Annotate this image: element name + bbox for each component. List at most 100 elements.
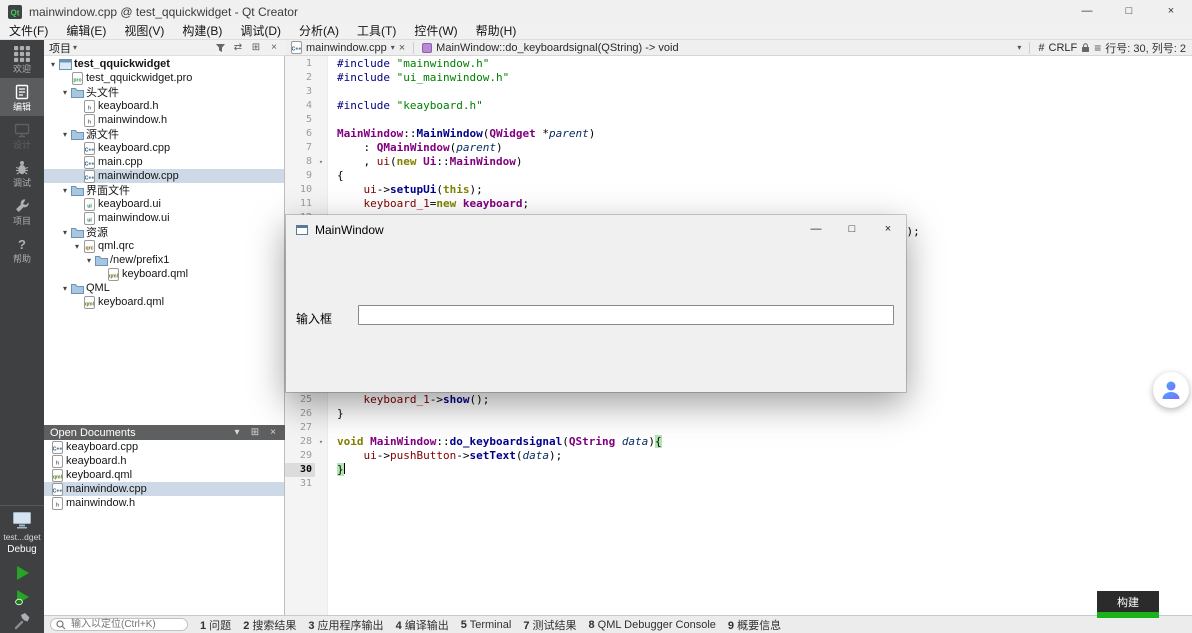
menu-item-build[interactable]: 构建(B)	[173, 23, 231, 39]
close-pane-icon[interactable]: ×	[267, 426, 279, 440]
tree-item-mainwindow-ui[interactable]: ui mainwindow.ui	[44, 211, 284, 225]
open-document-keayboard-h[interactable]: h keayboard.h	[44, 454, 284, 468]
fold-marker-icon[interactable]: ▾	[315, 435, 327, 449]
tree-item-keyboard-qml-res[interactable]: qml keyboard.qml	[44, 267, 284, 281]
document-selector[interactable]: mainwindow.cpp	[306, 42, 387, 54]
split-icon[interactable]: ⊞	[249, 426, 261, 440]
window-minimize-button[interactable]: —	[1066, 0, 1108, 23]
dialog-minimize-button[interactable]: —	[798, 215, 834, 244]
expander-icon[interactable]: ▾	[60, 284, 70, 293]
encoding-hash-icon[interactable]: #	[1038, 42, 1044, 54]
tree-item-label: 源文件	[86, 129, 119, 141]
mode-item-help[interactable]: ? 帮助	[0, 230, 44, 268]
build-progress[interactable]: 构建	[1097, 591, 1159, 618]
menu-item-file[interactable]: 文件(F)	[0, 23, 57, 39]
expander-icon[interactable]: ▾	[60, 186, 70, 195]
output-pane-compile-output[interactable]: 4 编译输出	[396, 617, 449, 633]
open-document-mainwindow-cpp[interactable]: C++ mainwindow.cpp	[44, 482, 284, 496]
tree-item-main-cpp[interactable]: C++ main.cpp	[44, 155, 284, 169]
output-pane-issues[interactable]: 1 问题	[200, 617, 231, 633]
line-ending-selector[interactable]: CRLF	[1049, 42, 1078, 54]
symbol-selector[interactable]: MainWindow::do_keyboardsignal(QString) -…	[436, 42, 678, 54]
open-document-keyboard-qml[interactable]: qml keyboard.qml	[44, 468, 284, 482]
menu-item-edit[interactable]: 编辑(E)	[57, 23, 115, 39]
menu-item-analyze[interactable]: 分析(A)	[290, 23, 348, 39]
build-progress-bar	[1097, 612, 1159, 618]
locator-searchbox[interactable]	[50, 618, 188, 631]
dialog-maximize-button[interactable]: □	[834, 215, 870, 244]
dialog-close-button[interactable]: ×	[870, 215, 906, 244]
output-pane-terminal[interactable]: 5 Terminal	[461, 619, 512, 631]
menu-item-help[interactable]: 帮助(H)	[467, 23, 526, 39]
open-document-mainwindow-h[interactable]: h mainwindow.h	[44, 496, 284, 510]
tree-item-keayboard-h[interactable]: h keayboard.h	[44, 99, 284, 113]
menu-item-widgets[interactable]: 控件(W)	[405, 23, 466, 39]
debug-run-button[interactable]	[0, 585, 44, 609]
expander-icon[interactable]: ▾	[48, 60, 58, 69]
mode-item-welcome[interactable]: 欢迎	[0, 40, 44, 78]
tree-item-mainwindow-h[interactable]: h mainwindow.h	[44, 113, 284, 127]
output-pane-application-output[interactable]: 3 应用程序输出	[308, 617, 383, 633]
projects-pane-title[interactable]: 项目	[49, 40, 71, 56]
tree-item-label: keayboard.h	[98, 100, 159, 112]
tree-item-headers-folder[interactable]: ▾ 头文件	[44, 85, 284, 99]
kit-selector[interactable]: test...dget Debug	[0, 505, 44, 561]
assistant-bubble[interactable]	[1153, 372, 1189, 408]
tree-item-new-prefix1[interactable]: ▾ /new/prefix1	[44, 253, 284, 267]
mode-item-projects[interactable]: 项目	[0, 192, 44, 230]
mode-item-debug[interactable]: 调试	[0, 154, 44, 192]
expander-icon[interactable]: ▾	[72, 242, 82, 251]
pane-menu-icon[interactable]: ▾	[231, 426, 243, 440]
locator-input[interactable]	[69, 618, 183, 631]
output-pane-test-results[interactable]: 7 测试结果	[523, 617, 576, 633]
fold-gutter	[315, 463, 327, 477]
tree-item-qml-qrc[interactable]: ▾ qrc qml.qrc	[44, 239, 284, 253]
build-button[interactable]	[0, 609, 44, 633]
fold-marker-icon[interactable]: ▾	[315, 155, 327, 169]
output-pane-search-results[interactable]: 2 搜索结果	[243, 617, 296, 633]
window-close-button[interactable]: ×	[1150, 0, 1192, 23]
menu-item-debug[interactable]: 调试(D)	[231, 23, 290, 39]
pane-selector-dropdown-icon[interactable]: ▾	[73, 43, 77, 52]
tree-item-mainwindow-cpp[interactable]: C++ mainwindow.cpp	[44, 169, 284, 183]
close-pane-icon[interactable]: ×	[268, 41, 280, 55]
expander-icon[interactable]: ▾	[84, 256, 94, 265]
code-line-2: 2 #include "ui_mainwindow.h"	[285, 71, 1192, 85]
tree-item-project-root[interactable]: ▾ test_qquickwidget	[44, 57, 284, 71]
expander-icon[interactable]: ▾	[60, 88, 70, 97]
symbol-dropdown-icon[interactable]: ▾	[1017, 43, 1021, 52]
tree-item-resources-folder[interactable]: ▾ 资源	[44, 225, 284, 239]
tree-item-keayboard-ui[interactable]: ui keayboard.ui	[44, 197, 284, 211]
window-maximize-button[interactable]: □	[1108, 0, 1150, 23]
dialog-titlebar[interactable]: MainWindow — □ ×	[286, 215, 906, 244]
tree-item-keayboard-cpp[interactable]: C++ keayboard.cpp	[44, 141, 284, 155]
filter-icon[interactable]	[214, 43, 226, 53]
split-icon[interactable]: ⊞	[250, 41, 262, 55]
fold-gutter	[315, 407, 327, 421]
menu-item-tools[interactable]: 工具(T)	[348, 23, 405, 39]
output-pane-qml-debugger-console[interactable]: 8 QML Debugger Console	[589, 619, 716, 631]
toolbar-separator	[1029, 41, 1031, 54]
menu-item-view[interactable]: 视图(V)	[115, 23, 173, 39]
tree-item-keyboard-qml[interactable]: qml keyboard.qml	[44, 295, 284, 309]
tree-item-pro-file[interactable]: pro test_qquickwidget.pro	[44, 71, 284, 85]
expander-icon[interactable]: ▾	[60, 130, 70, 139]
output-pane-summary[interactable]: 9 概要信息	[728, 617, 781, 633]
window-titlebar[interactable]: Qt mainwindow.cpp @ test_qquickwidget - …	[0, 0, 1192, 23]
open-document-keayboard-cpp[interactable]: C++ keayboard.cpp	[44, 440, 284, 454]
document-dropdown-icon[interactable]: ▾	[391, 43, 395, 52]
svg-text:h: h	[88, 119, 91, 125]
mode-item-edit[interactable]: 编辑	[0, 78, 44, 116]
dialog-text-input[interactable]	[358, 305, 894, 325]
tree-item-qml-group[interactable]: ▾ QML	[44, 281, 284, 295]
tree-item-sources-folder[interactable]: ▾ 源文件	[44, 127, 284, 141]
folder-icon	[70, 129, 85, 140]
sync-with-editor-icon[interactable]: ⇄	[232, 41, 244, 55]
run-button[interactable]	[0, 561, 44, 585]
editor-menu-icon[interactable]: ≡	[1094, 41, 1101, 55]
document-close-icon[interactable]: ×	[399, 42, 405, 54]
fold-gutter	[315, 449, 327, 463]
tree-item-forms-folder[interactable]: ▾ 界面文件	[44, 183, 284, 197]
expander-icon[interactable]: ▾	[60, 228, 70, 237]
